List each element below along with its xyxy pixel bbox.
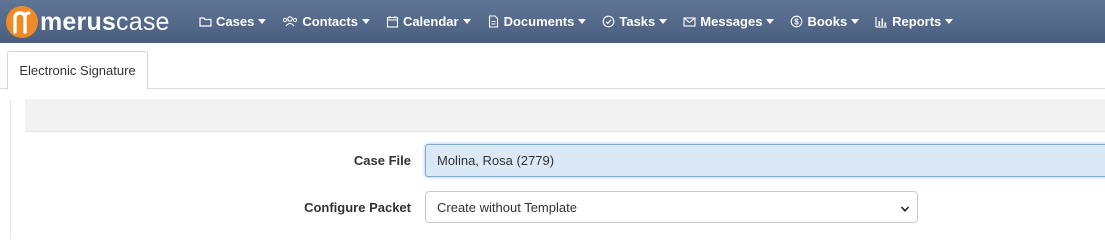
logo-text-case: case bbox=[116, 8, 170, 36]
configure-packet-select[interactable]: Create without Template bbox=[425, 191, 918, 223]
nav-reports-label: Reports bbox=[892, 14, 942, 29]
main-nav: Cases Contacts Calendar Documents Tasks … bbox=[199, 0, 969, 43]
nav-books[interactable]: $ Books bbox=[790, 14, 860, 29]
svg-text:$: $ bbox=[795, 18, 800, 27]
chevron-down-icon bbox=[361, 19, 370, 24]
nav-messages-label: Messages bbox=[700, 14, 763, 29]
chevron-down-icon bbox=[766, 19, 775, 24]
meruscase-logo[interactable]: meruscase bbox=[6, 6, 170, 38]
chevron-down-icon bbox=[945, 19, 954, 24]
case-file-input[interactable] bbox=[425, 144, 1105, 177]
chevron-down-icon bbox=[462, 19, 471, 24]
chevron-down-icon bbox=[578, 19, 587, 24]
document-icon bbox=[487, 15, 500, 28]
nav-messages[interactable]: Messages bbox=[683, 14, 775, 29]
nav-tasks[interactable]: Tasks bbox=[602, 14, 668, 29]
configure-packet-label: Configure Packet bbox=[304, 200, 411, 215]
nav-reports[interactable]: Reports bbox=[875, 14, 954, 29]
form-header-bar bbox=[25, 99, 1105, 132]
nav-books-label: Books bbox=[807, 14, 848, 29]
nav-documents[interactable]: Documents bbox=[487, 14, 587, 29]
nav-documents-label: Documents bbox=[503, 14, 575, 29]
chevron-down-icon bbox=[659, 19, 668, 24]
logo-mark-icon bbox=[6, 6, 38, 38]
nav-calendar-label: Calendar bbox=[402, 14, 459, 29]
users-icon bbox=[282, 15, 298, 28]
tab-electronic-signature[interactable]: Electronic Signature bbox=[7, 51, 148, 90]
nav-tasks-label: Tasks bbox=[619, 14, 656, 29]
content-divider bbox=[10, 100, 11, 238]
nav-cases[interactable]: Cases bbox=[199, 14, 267, 29]
check-circle-icon bbox=[602, 15, 615, 28]
dollar-circle-icon: $ bbox=[790, 15, 803, 28]
bar-chart-icon bbox=[875, 15, 888, 28]
case-file-label: Case File bbox=[353, 153, 411, 168]
tab-strip: Electronic Signature bbox=[0, 43, 1105, 90]
logo-text-merus: merus bbox=[40, 8, 117, 36]
top-navbar: meruscase Cases Contacts Calendar Docume… bbox=[0, 0, 1105, 43]
nav-cases-label: Cases bbox=[216, 14, 255, 29]
nav-calendar[interactable]: Calendar bbox=[386, 14, 471, 29]
calendar-icon bbox=[386, 15, 399, 28]
envelope-icon bbox=[683, 15, 696, 28]
folder-icon bbox=[199, 15, 212, 28]
nav-contacts-label: Contacts bbox=[302, 14, 358, 29]
chevron-down-icon bbox=[258, 19, 267, 24]
chevron-down-icon bbox=[851, 19, 860, 24]
configure-packet-selected: Create without Template bbox=[437, 199, 577, 215]
nav-contacts[interactable]: Contacts bbox=[282, 14, 370, 29]
logo-wordmark: meruscase bbox=[40, 7, 170, 37]
chevron-down-icon bbox=[900, 202, 910, 212]
